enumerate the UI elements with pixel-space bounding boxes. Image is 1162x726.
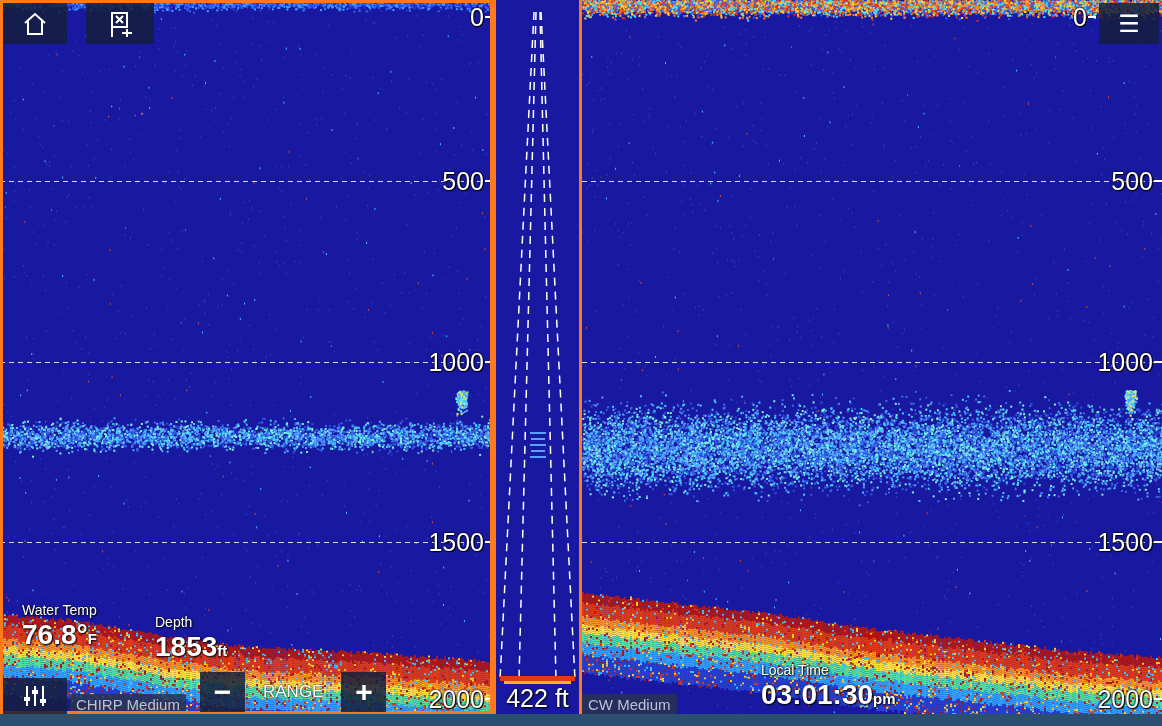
sonar-mode-label: CHIRP Medium bbox=[70, 694, 186, 714]
sonar-views: 0 500 1000 1500 2000 CHIRP Medium Water Temp76… bbox=[0, 0, 1162, 714]
readout: Water Temp76.8°F bbox=[22, 602, 97, 655]
scale-tick bbox=[485, 361, 493, 363]
sonar-echogram bbox=[582, 0, 1162, 714]
readout-value-row: 76.8°F bbox=[22, 619, 97, 655]
readout-unit: F bbox=[88, 630, 97, 647]
local-time-value: 03:01:30 bbox=[761, 679, 873, 710]
range-control: − RANGE + bbox=[200, 670, 386, 714]
depth-scale-label: 2000 bbox=[1097, 684, 1162, 714]
sonar-mode-label: CW Medium bbox=[582, 694, 677, 714]
local-time-unit: pm bbox=[873, 690, 896, 707]
zoom-bar[interactable]: 422 ft bbox=[493, 0, 582, 714]
depth-value: 1500 bbox=[1097, 527, 1153, 557]
sonar-app: 0 500 1000 1500 2000 CHIRP Medium Water Temp76… bbox=[0, 0, 1162, 726]
scale-tick bbox=[1154, 541, 1162, 543]
depth-scale-label: 0 bbox=[1073, 2, 1096, 32]
settings-button[interactable] bbox=[3, 678, 67, 714]
range-plus-button[interactable]: + bbox=[341, 672, 386, 712]
depth-value: 0 bbox=[470, 2, 484, 32]
range-label: RANGE bbox=[259, 682, 327, 702]
local-time-row: 03:01:30pm bbox=[761, 679, 896, 714]
home-button[interactable] bbox=[3, 3, 67, 44]
depth-value: 0 bbox=[1073, 2, 1087, 32]
active-frame bbox=[582, 0, 1162, 714]
readout-label: Depth bbox=[155, 614, 227, 631]
status-strip bbox=[0, 714, 1162, 726]
readout-unit: ft bbox=[217, 642, 227, 659]
readout-value-row: 1853ft bbox=[155, 631, 227, 667]
menu-icon: ☰ bbox=[1118, 10, 1140, 38]
menu-button[interactable]: ☰ bbox=[1099, 3, 1159, 44]
zoom-range-label: 422 ft bbox=[493, 682, 582, 714]
minus-glyph: − bbox=[214, 675, 232, 709]
zoom-cone bbox=[496, 0, 579, 714]
scale-tick bbox=[1154, 698, 1162, 700]
waypoint-flag-icon bbox=[105, 9, 135, 39]
depth-value: 1000 bbox=[1097, 347, 1153, 377]
scale-tick bbox=[1088, 16, 1096, 18]
local-time: Local Time03:01:30pm bbox=[761, 662, 896, 714]
scale-tick bbox=[1154, 361, 1162, 363]
scale-tick bbox=[485, 541, 493, 543]
chirp-sonar-panel[interactable]: 0 500 1000 1500 2000 CHIRP Medium Water Temp76… bbox=[0, 0, 493, 714]
home-icon bbox=[21, 10, 49, 38]
depth-scale-label: 500 bbox=[442, 166, 493, 196]
sliders-icon bbox=[21, 683, 49, 709]
depth-scale-label: 1000 bbox=[1097, 347, 1162, 377]
depth-scale-label: 0 bbox=[470, 2, 493, 32]
depth-scale-label: 2000 bbox=[428, 684, 493, 714]
waypoint-button[interactable] bbox=[86, 3, 154, 44]
readout-value: 1853 bbox=[155, 631, 217, 662]
range-minus-button[interactable]: − bbox=[200, 672, 245, 712]
scale-tick bbox=[485, 180, 493, 182]
depth-value: 500 bbox=[1111, 166, 1153, 196]
depth-value: 2000 bbox=[428, 684, 484, 714]
scale-tick bbox=[1154, 180, 1162, 182]
readout: Depth1853ft bbox=[155, 614, 227, 667]
depth-value: 2000 bbox=[1097, 684, 1153, 714]
plus-glyph: + bbox=[355, 675, 373, 709]
depth-scale-label: 1500 bbox=[428, 527, 493, 557]
depth-scale-label: 1000 bbox=[428, 347, 493, 377]
depth-value: 1000 bbox=[428, 347, 484, 377]
depth-scale-label: 500 bbox=[1111, 166, 1162, 196]
depth-value: 1500 bbox=[428, 527, 484, 557]
scale-tick bbox=[485, 16, 493, 18]
cw-sonar-panel[interactable]: 0 500 1000 1500 2000 CW Medium ☰ Local Time03:0… bbox=[582, 0, 1162, 714]
depth-scale-label: 1500 bbox=[1097, 527, 1162, 557]
readout-value: 76.8° bbox=[22, 619, 88, 650]
local-time-label: Local Time bbox=[761, 662, 896, 679]
depth-value: 500 bbox=[442, 166, 484, 196]
scale-tick bbox=[485, 698, 493, 700]
readout-label: Water Temp bbox=[22, 602, 97, 619]
